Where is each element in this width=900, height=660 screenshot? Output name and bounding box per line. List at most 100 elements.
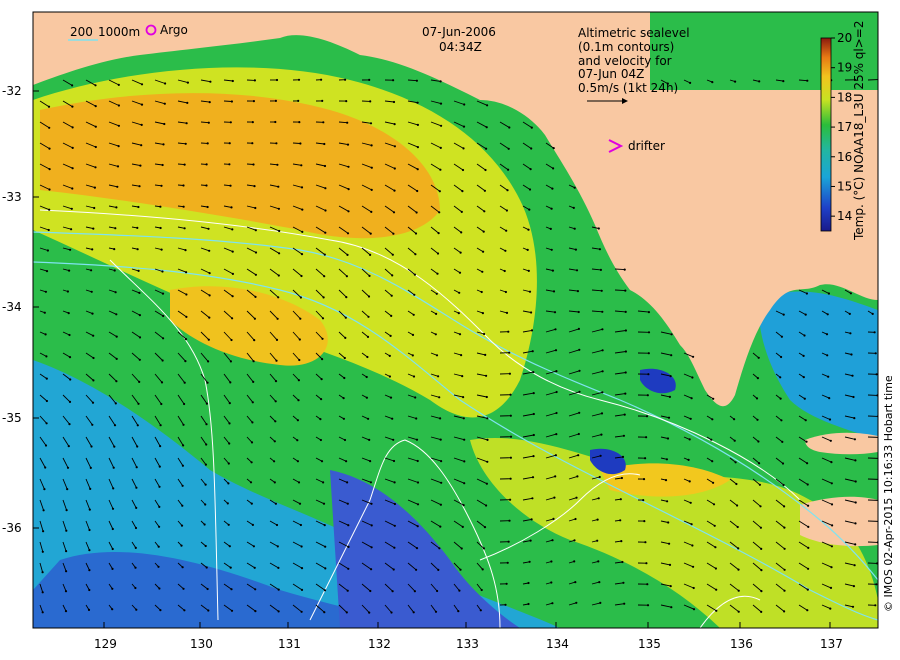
- velocity-arrow-head: [596, 539, 599, 542]
- velocity-arrow-head: [160, 248, 163, 251]
- map-plot-area: [33, 12, 878, 628]
- velocity-arrow-head: [164, 82, 167, 85]
- velocity-arrow-head: [366, 335, 370, 338]
- velocity-arrow-head: [89, 466, 92, 469]
- velocity-arrow-head: [343, 376, 346, 380]
- velocity-arrow-head: [504, 290, 507, 294]
- velocity-arrow-head: [715, 609, 718, 612]
- velocity-arrow-head: [158, 587, 161, 590]
- velocity-arrow-head: [160, 381, 164, 384]
- velocity-arrow-head: [391, 590, 394, 593]
- velocity-arrow-head: [117, 104, 120, 107]
- velocity-arrow-head: [461, 375, 464, 378]
- velocity-arrow-head: [181, 566, 184, 569]
- velocity-arrow-head: [48, 147, 51, 150]
- velocity-arrow-head: [345, 275, 348, 278]
- velocity-arrow-head: [274, 380, 278, 383]
- velocity-arrow-head: [597, 227, 600, 230]
- velocity-arrow-head: [462, 147, 465, 150]
- velocity-arrow-head: [460, 547, 463, 550]
- velocity-arrow-head: [644, 541, 647, 544]
- velocity-arrow-head: [412, 375, 416, 378]
- velocity-arrow-head: [552, 290, 556, 293]
- velocity-arrow-head: [416, 168, 419, 171]
- velocity-arrow-head: [182, 444, 185, 447]
- velocity-arrow-head: [299, 317, 302, 320]
- velocity-arrow-head: [298, 502, 302, 505]
- velocity-arrow-head: [228, 545, 231, 548]
- velocity-arrow-head: [68, 269, 71, 272]
- velocity-arrow-head: [253, 185, 256, 188]
- velocity-arrow-head: [624, 289, 627, 292]
- velocity-arrow-head: [485, 395, 488, 399]
- velocity-arrow-head: [137, 402, 140, 405]
- velocity-arrow-head: [91, 401, 95, 404]
- velocity-arrow-head: [228, 142, 231, 145]
- velocity-arrow-head: [829, 607, 832, 610]
- velocity-arrow-head: [551, 187, 554, 190]
- velocity-arrow-head: [805, 292, 809, 295]
- velocity-arrow-head: [479, 609, 482, 612]
- velocity-arrow-head: [324, 209, 327, 212]
- velocity-arrow-head: [140, 123, 143, 126]
- velocity-arrow-head: [871, 312, 874, 315]
- velocity-arrow-head: [806, 79, 809, 82]
- velocity-arrow-head: [554, 475, 557, 478]
- velocity-arrow-head: [88, 588, 91, 592]
- velocity-arrow-head: [712, 503, 716, 506]
- velocity-arrow-head: [578, 390, 581, 393]
- isobath-1000-label: 1000m: [98, 25, 140, 39]
- velocity-arrow-head: [504, 249, 507, 252]
- velocity-arrow-head: [111, 527, 114, 531]
- velocity-arrow-head: [622, 581, 625, 584]
- velocity-arrow-head: [462, 125, 466, 128]
- velocity-arrow-head: [577, 432, 580, 436]
- velocity-arrow-head: [457, 312, 460, 315]
- velocity-arrow-head: [484, 353, 487, 356]
- velocity-arrow-head: [781, 462, 785, 465]
- velocity-arrow-head: [90, 269, 93, 272]
- velocity-arrow-head: [366, 355, 369, 359]
- velocity-arrow-head: [277, 274, 280, 277]
- velocity-arrow-head: [48, 188, 51, 191]
- velocity-arrow-head: [277, 566, 280, 570]
- map-date: 07-Jun-2006: [422, 25, 496, 39]
- velocity-arrow-head: [691, 544, 694, 547]
- velocity-arrow-head: [274, 502, 277, 505]
- velocity-arrow-head: [827, 375, 830, 378]
- velocity-arrow-head: [828, 418, 832, 421]
- velocity-arrow-head: [67, 312, 70, 315]
- velocity-arrow-head: [780, 335, 784, 338]
- velocity-arrow-head: [852, 585, 856, 588]
- velocity-arrow-head: [393, 524, 396, 527]
- velocity-arrow-head: [413, 273, 416, 276]
- velocity-arrow-head: [345, 460, 348, 463]
- velocity-arrow-head: [69, 248, 72, 251]
- velocity-arrow-head: [231, 272, 234, 275]
- velocity-arrow-head: [621, 560, 624, 564]
- velocity-arrow-head: [323, 142, 326, 146]
- velocity-arrow-head: [252, 545, 255, 548]
- velocity-arrow-head: [416, 123, 419, 126]
- velocity-arrow-head: [230, 206, 233, 209]
- velocity-arrow-head: [416, 525, 419, 528]
- velocity-arrow-head: [645, 562, 648, 565]
- velocity-arrow-head: [392, 232, 395, 235]
- velocity-arrow-head: [712, 481, 715, 484]
- argo-label: Argo: [160, 23, 188, 37]
- velocity-arrow-head: [527, 269, 530, 272]
- velocity-arrow-head: [160, 184, 163, 187]
- velocity-arrow-head: [92, 227, 95, 230]
- velocity-arrow-head: [687, 458, 690, 461]
- velocity-arrow-head: [159, 445, 162, 448]
- velocity-arrow-head: [321, 337, 324, 340]
- velocity-arrow-head: [530, 147, 533, 150]
- velocity-arrow-head: [393, 167, 396, 170]
- velocity-arrow-head: [733, 439, 736, 442]
- velocity-arrow-head: [415, 438, 419, 441]
- velocity-arrow-head: [689, 417, 692, 420]
- velocity-arrow-head: [619, 519, 622, 522]
- velocity-arrow-head: [806, 462, 809, 465]
- velocity-arrow-head: [461, 525, 464, 529]
- velocity-arrow-head: [737, 610, 740, 613]
